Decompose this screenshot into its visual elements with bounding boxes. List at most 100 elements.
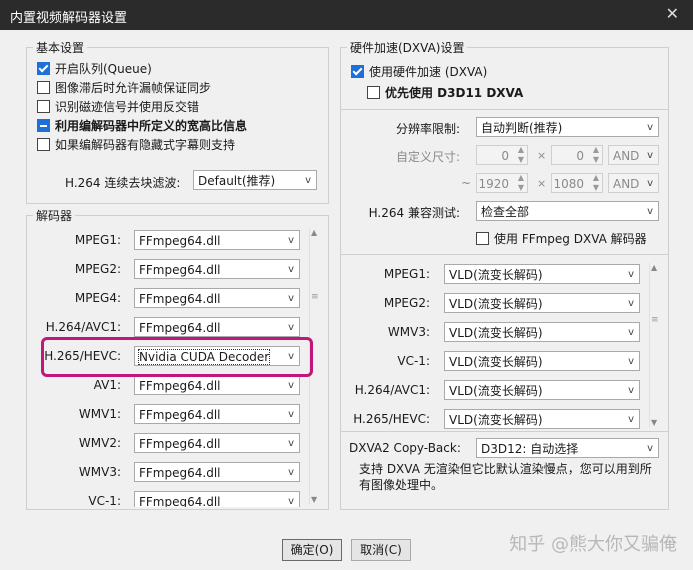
basic-settings-legend: 基本设置	[33, 39, 88, 56]
min-height-spinner[interactable]: 0 ▲ ▼	[551, 145, 603, 165]
h264-compat-label: H.264 兼容测试:	[368, 206, 460, 220]
resolution-limit-label: 分辨率限制:	[395, 122, 460, 136]
copyback-label: DXVA2 Copy-Back:	[349, 441, 461, 455]
chevron-down-icon: v	[305, 175, 311, 186]
checkbox-icon	[367, 85, 380, 99]
chevron-down-icon: v	[647, 150, 653, 161]
min-width-spinner[interactable]: 0 ▲ ▼	[476, 145, 528, 165]
dxva-mode-list: MPEG1: VLD(流变长解码) v MPEG2: VLD(流变长解码) v WM…	[341, 254, 668, 432]
spinner-arrows-icon[interactable]: ▲ ▼	[593, 173, 599, 193]
scroll-down-icon[interactable]: ▼	[651, 418, 657, 427]
chevron-down-icon: v	[628, 385, 634, 396]
dxva-select-mpeg2[interactable]: VLD(流变长解码) v	[444, 293, 640, 313]
dxva-label-mpeg1: MPEG1:	[383, 267, 430, 281]
use-dxva-checkbox[interactable]: 使用硬件加速 (DXVA)	[351, 62, 487, 80]
resolution-limit-select[interactable]: 自动判断(推荐) v	[476, 117, 659, 137]
h265-highlight-box	[41, 337, 313, 377]
queue-checkbox[interactable]: 开启队列(Queue)	[37, 59, 152, 77]
chevron-down-icon: v	[628, 298, 634, 309]
decoder-select-wmv1[interactable]: FFmpeg64.dll v	[134, 404, 300, 424]
decoder-select-mpeg2[interactable]: FFmpeg64.dll v	[134, 259, 300, 279]
dxva-select-wmv3[interactable]: VLD(流变长解码) v	[444, 322, 640, 342]
checkbox-checked-icon	[351, 64, 364, 78]
decoder-select-vc1[interactable]: FFmpeg64.dll v	[134, 491, 300, 507]
copyback-select[interactable]: D3D12: 自动选择 v	[476, 438, 659, 458]
deinterlace-checkbox[interactable]: 识别磁迹信号并使用反交错	[37, 97, 199, 115]
chevron-down-icon: v	[288, 438, 294, 449]
chevron-down-icon: v	[288, 235, 294, 246]
chevron-down-icon: v	[628, 414, 634, 425]
title-bar: 内置视频解码器设置 ✕	[0, 0, 693, 30]
deblock-select[interactable]: Default(推荐) v	[193, 170, 317, 190]
scroll-up-icon[interactable]: ▲	[311, 228, 317, 237]
close-icon[interactable]: ✕	[666, 4, 679, 23]
checkbox-indeterminate-icon	[37, 118, 50, 132]
chevron-down-icon: v	[628, 269, 634, 280]
scroll-up-icon[interactable]: ▲	[651, 263, 657, 272]
dxva-select-vc1[interactable]: VLD(流变长解码) v	[444, 351, 640, 371]
dxva-select-h265[interactable]: VLD(流变长解码) v	[444, 409, 640, 429]
decoder-select-h264[interactable]: FFmpeg64.dll v	[134, 317, 300, 337]
chevron-down-icon: v	[647, 443, 653, 454]
chevron-down-icon: v	[647, 206, 653, 217]
divider	[341, 109, 668, 110]
checkbox-icon	[37, 137, 50, 151]
cancel-button[interactable]: 取消(C)	[351, 539, 411, 561]
scroll-grip-icon[interactable]: ≡	[311, 292, 319, 302]
decoder-select-av1[interactable]: FFmpeg64.dll v	[134, 375, 300, 395]
deblock-label: H.264 连续去块滤波:	[65, 176, 181, 190]
hw-accel-group: 硬件加速(DXVA)设置 使用硬件加速 (DXVA) 优先使用 D3D11 DX…	[340, 39, 669, 510]
hw-accel-legend: 硬件加速(DXVA)设置	[347, 39, 468, 56]
times-icon: ×	[537, 149, 547, 162]
chevron-down-icon: v	[288, 409, 294, 420]
closed-caption-checkbox[interactable]: 如果编解码器有隐藏式字幕则支持	[37, 135, 235, 153]
dxva-label-wmv3: WMV3:	[387, 325, 430, 339]
decoder-label-av1: AV1:	[93, 378, 121, 392]
dxva-note: 支持 DXVA 无渲染但它比默认渲染慢点，您可以用到所有图像处理中。	[359, 462, 652, 492]
custom-size-label: 自定义尺寸:	[395, 150, 460, 164]
spinner-arrows-icon[interactable]: ▲ ▼	[593, 145, 599, 165]
decoder-select-wmv3[interactable]: FFmpeg64.dll v	[134, 462, 300, 482]
decoder-select-mpeg1[interactable]: FFmpeg64.dll v	[134, 230, 300, 250]
dxva-scrollbar[interactable]: ▲ ≡ ▼	[649, 263, 660, 427]
chevron-down-icon: v	[288, 467, 294, 478]
checkbox-icon	[37, 80, 50, 94]
chevron-down-icon: v	[288, 293, 294, 304]
spinner-arrows-icon[interactable]: ▲ ▼	[518, 173, 524, 193]
chevron-down-icon: v	[288, 264, 294, 275]
decoder-select-wmv2[interactable]: FFmpeg64.dll v	[134, 433, 300, 453]
chevron-down-icon: v	[647, 178, 653, 189]
drop-frames-checkbox[interactable]: 图像滞后时允许漏帧保证同步	[37, 78, 211, 96]
checkbox-checked-icon	[37, 61, 50, 75]
dxva-select-mpeg1[interactable]: VLD(流变长解码) v	[444, 264, 640, 284]
times-icon: ×	[537, 177, 547, 190]
window-title: 内置视频解码器设置	[10, 11, 128, 26]
dxva-label-mpeg2: MPEG2:	[383, 296, 430, 310]
max-height-spinner[interactable]: 1080 ▲ ▼	[551, 173, 603, 193]
chevron-down-icon: v	[628, 356, 634, 367]
chevron-down-icon: v	[647, 122, 653, 133]
decoder-label-wmv2: WMV2:	[78, 436, 121, 450]
decoder-label-mpeg4: MPEG4:	[74, 291, 121, 305]
aspect-ratio-checkbox[interactable]: 利用编解码器中所定义的宽高比信息	[37, 116, 247, 134]
tilde-label: ~	[461, 176, 472, 190]
dxva-label-h265: H.265/HEVC:	[353, 412, 430, 426]
decoder-select-mpeg4[interactable]: FFmpeg64.dll v	[134, 288, 300, 308]
max-and-select[interactable]: AND v	[608, 173, 659, 193]
min-and-select[interactable]: AND v	[608, 145, 659, 165]
checkbox-icon	[476, 231, 489, 245]
scroll-down-icon[interactable]: ▼	[311, 495, 317, 504]
decoder-label-vc1: VC-1:	[88, 494, 121, 507]
chevron-down-icon: v	[288, 380, 294, 391]
dxva-select-h264[interactable]: VLD(流变长解码) v	[444, 380, 640, 400]
h264-compat-select[interactable]: 检查全部 v	[476, 201, 659, 221]
max-width-spinner[interactable]: 1920 ▲ ▼	[476, 173, 528, 193]
prefer-d3d11-checkbox[interactable]: 优先使用 D3D11 DXVA	[367, 83, 523, 101]
dxva-label-h264: H.264/AVC1:	[354, 383, 430, 397]
ffmpeg-dxva-checkbox[interactable]: 使用 FFmpeg DXVA 解码器	[476, 229, 647, 247]
spinner-arrows-icon[interactable]: ▲ ▼	[518, 145, 524, 165]
ok-button[interactable]: 确定(O)	[282, 539, 342, 561]
chevron-down-icon: v	[288, 496, 294, 507]
chevron-down-icon: v	[628, 327, 634, 338]
scroll-grip-icon[interactable]: ≡	[651, 315, 659, 325]
